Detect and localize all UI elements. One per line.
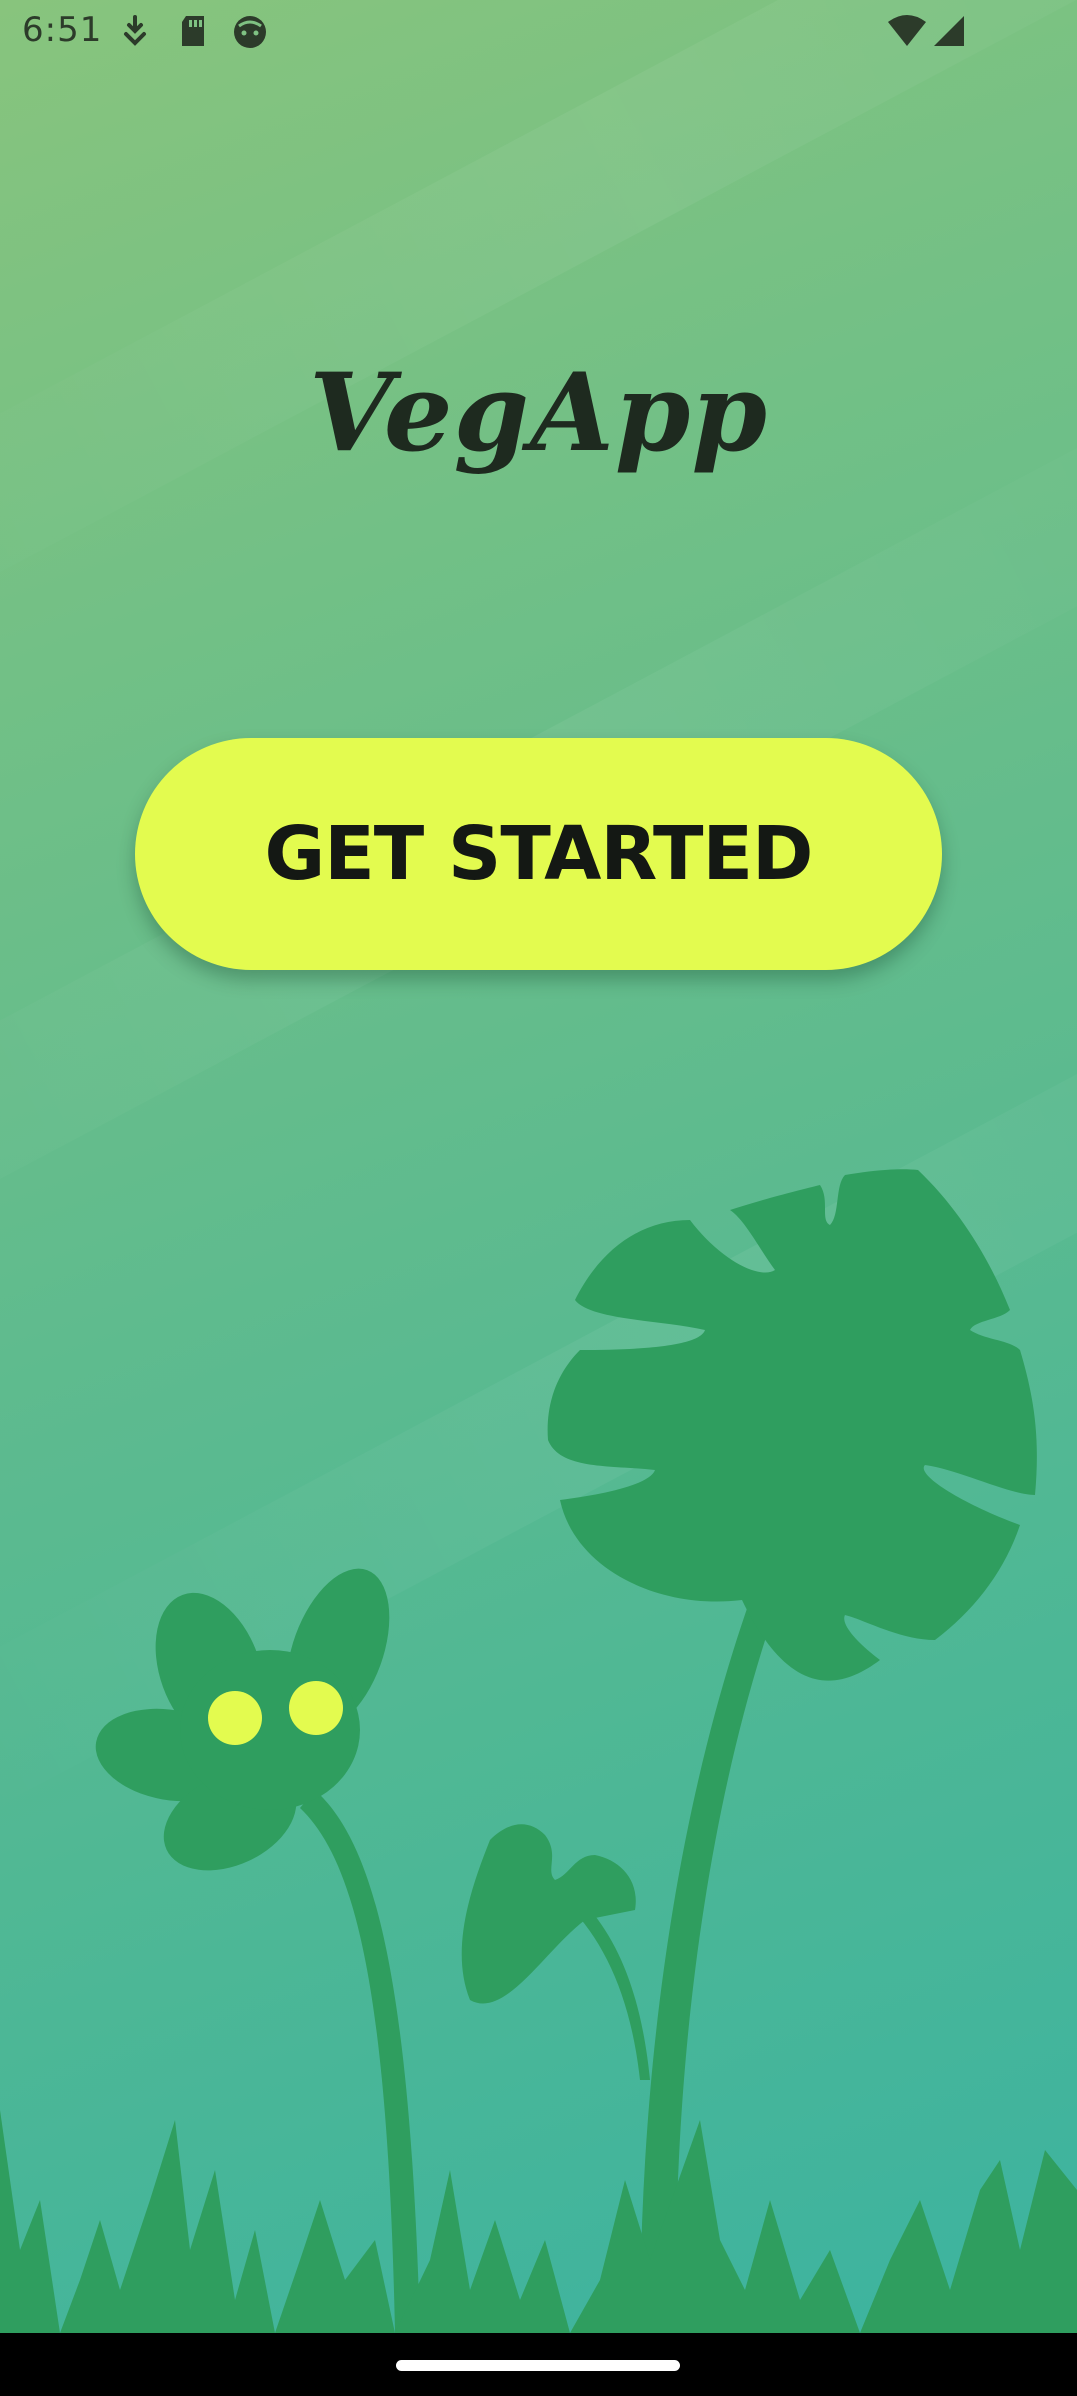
wifi-icon <box>888 15 926 46</box>
get-started-button[interactable]: GET STARTED <box>135 738 942 970</box>
get-started-label: GET STARTED <box>264 811 814 897</box>
flower-eye <box>289 1681 343 1735</box>
download-icon <box>124 15 146 46</box>
signal-icon <box>934 16 964 46</box>
monstera-leaf <box>547 1169 1037 1681</box>
flower-eye <box>208 1691 262 1745</box>
flower-center <box>180 1650 360 1810</box>
home-indicator[interactable] <box>396 2360 680 2371</box>
small-plant-leaf <box>461 1824 636 2004</box>
face-icon <box>234 16 266 48</box>
sd-card-icon <box>182 16 204 46</box>
app-title: VegApp <box>309 350 768 476</box>
splash-screen: 6:51 VegApp GET STARTED <box>0 0 1077 2333</box>
status-time: 6:51 <box>22 10 103 50</box>
grass <box>0 2110 1077 2333</box>
status-bar: 6:51 <box>0 0 1077 64</box>
